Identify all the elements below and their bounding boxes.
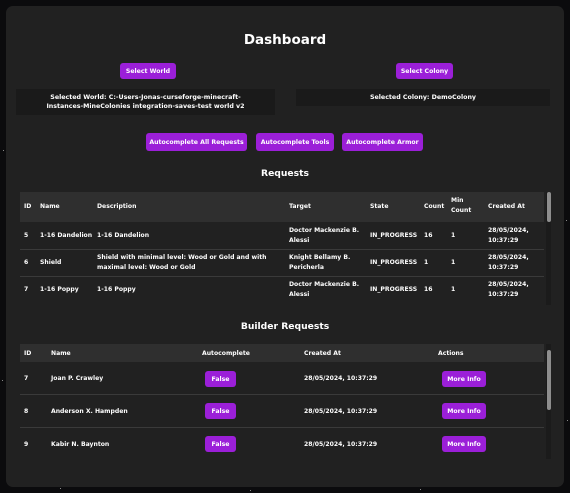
requests-table: ID Name Description Target State Count M… — [20, 192, 551, 305]
cell-id: 5 — [24, 232, 29, 239]
table-row: 8 Anderson X. Hampden False 28/05/2024, … — [20, 394, 544, 428]
col-autocomplete: Autocomplete — [202, 350, 250, 357]
autocomplete-toggle-button[interactable]: False — [205, 403, 236, 419]
selected-colony-box: Selected Colony: DemoColony — [296, 89, 550, 106]
cell-created-at: 28/05/2024, 10:37:29 — [304, 441, 378, 448]
cell-name: 1-16 Poppy — [40, 286, 79, 293]
cell-target: Doctor Mackenzie B. Alessi — [289, 227, 360, 244]
cell-target: Knight Bellamy B. Pericherla — [289, 254, 351, 271]
cell-description: 1-16 Dandelion — [97, 232, 150, 239]
autocomplete-toggle-button[interactable]: False — [205, 436, 236, 452]
builder-requests-title: Builder Requests — [240, 321, 330, 332]
col-count: Count — [424, 203, 445, 210]
cell-id: 7 — [24, 286, 29, 293]
cell-name: Anderson X. Hampden — [51, 408, 128, 415]
cell-name: 1-16 Dandelion — [40, 232, 93, 239]
cell-description: 1-16 Poppy — [97, 286, 136, 293]
builder-requests-scrollbar-thumb[interactable] — [547, 350, 551, 410]
autocomplete-armor-button[interactable]: Autocomplete Armor — [342, 133, 423, 151]
table-row: 7 Joan P. Crawley False 28/05/2024, 10:3… — [20, 362, 544, 395]
cell-created-at: 28/05/2024, 10:37:29 — [304, 408, 378, 415]
autocomplete-all-requests-button[interactable]: Autocomplete All Requests — [146, 133, 247, 151]
cell-count: 16 — [424, 232, 433, 239]
col-name: Name — [51, 350, 71, 357]
table-row: 6 Shield Shield with minimal level: Wood… — [20, 249, 544, 277]
cell-id: 9 — [24, 441, 29, 448]
builder-header-row: ID Name Autocomplete Created At Actions — [20, 344, 544, 362]
col-created-at: Created At — [488, 203, 525, 210]
col-state: State — [370, 203, 389, 210]
cell-name: Kabir N. Baynton — [51, 441, 110, 448]
requests-title: Requests — [261, 168, 309, 179]
cell-created-at: 28/05/2024, 10:37:29 — [488, 254, 529, 271]
cell-state: IN_PROGRESS — [370, 286, 418, 293]
requests-scrollbar[interactable] — [546, 192, 551, 305]
cell-created-at: 28/05/2024, 10:37:29 — [488, 281, 529, 298]
more-info-button[interactable]: More Info — [442, 371, 486, 387]
cell-state: IN_PROGRESS — [370, 232, 418, 239]
builder-requests-scrollbar[interactable] — [546, 344, 551, 459]
more-info-button[interactable]: More Info — [442, 436, 486, 452]
cell-name: Shield — [40, 259, 62, 266]
dashboard-panel: Dashboard Select World Select Colony Sel… — [6, 6, 564, 487]
cell-count: 1 — [424, 259, 429, 266]
cell-created-at: 28/05/2024, 10:37:29 — [488, 227, 529, 244]
requests-header-row: ID Name Description Target State Count M… — [20, 192, 544, 222]
cell-id: 7 — [24, 375, 29, 382]
col-created-at: Created At — [304, 350, 341, 357]
cell-min-count: 1 — [451, 259, 456, 266]
autocomplete-tools-button[interactable]: Autocomplete Tools — [256, 133, 334, 151]
cell-target: Doctor Mackenzie B. Alessi — [289, 281, 360, 298]
cell-count: 16 — [424, 286, 433, 293]
col-id: ID — [24, 203, 32, 210]
builder-requests-table: ID Name Autocomplete Created At Actions … — [20, 344, 551, 459]
requests-scrollbar-thumb[interactable] — [547, 192, 551, 222]
selected-world-text: Selected World: C:-Users-Jonas-curseforg… — [46, 93, 245, 110]
cell-created-at: 28/05/2024, 10:37:29 — [304, 375, 378, 382]
col-name: Name — [40, 203, 60, 210]
col-description: Description — [97, 203, 137, 210]
selected-world-box: Selected World: C:-Users-Jonas-curseforg… — [16, 89, 275, 115]
col-id: ID — [24, 350, 32, 357]
selected-colony-text: Selected Colony: DemoColony — [369, 93, 477, 101]
cell-id: 6 — [24, 259, 29, 266]
cell-description: Shield with minimal level: Wood or Gold … — [97, 254, 267, 271]
more-info-button[interactable]: More Info — [442, 403, 486, 419]
table-row: 7 1-16 Poppy 1-16 Poppy Doctor Mackenzie… — [20, 276, 544, 303]
page-title: Dashboard — [243, 32, 327, 48]
select-world-button[interactable]: Select World — [120, 63, 176, 79]
cell-min-count: 1 — [451, 286, 456, 293]
autocomplete-toggle-button[interactable]: False — [205, 371, 236, 387]
cell-name: Joan P. Crawley — [51, 375, 104, 382]
col-actions: Actions — [438, 350, 464, 357]
table-row: 9 Kabir N. Baynton False 28/05/2024, 10:… — [20, 427, 544, 459]
select-colony-button[interactable]: Select Colony — [396, 63, 453, 79]
cell-id: 8 — [24, 408, 29, 415]
col-min-count: Min Count — [451, 197, 472, 214]
col-target: Target — [289, 203, 311, 210]
cell-min-count: 1 — [451, 232, 456, 239]
cell-state: IN_PROGRESS — [370, 259, 418, 266]
table-row: 5 1-16 Dandelion 1-16 Dandelion Doctor M… — [20, 222, 544, 250]
